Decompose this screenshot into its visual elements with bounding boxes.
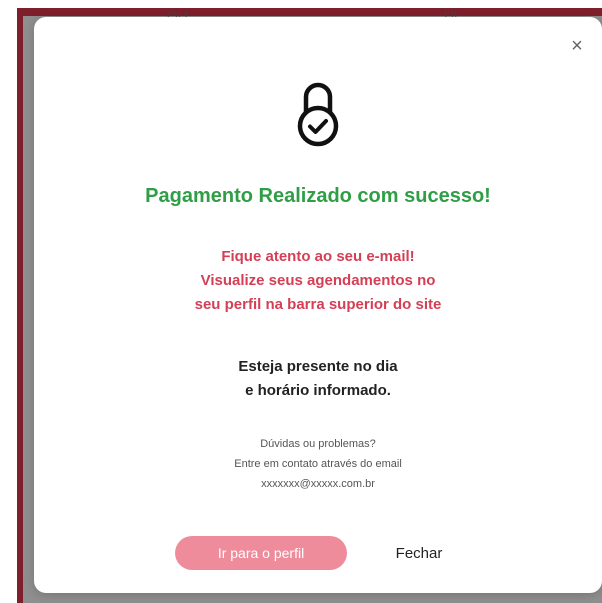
- modal-actions: Ir para o perfil Fechar: [34, 536, 602, 570]
- lock-check-icon: [297, 82, 339, 147]
- close-button[interactable]: Fechar: [379, 536, 459, 570]
- backdrop-left-bar: [17, 8, 23, 603]
- help-line: Entre em contato através do email: [234, 458, 402, 470]
- notice-line: seu perfil na barra superior do site: [194, 296, 442, 313]
- email-notice: Fique atento ao seu e-mail! Visualize se…: [34, 245, 602, 317]
- help-line: Dúvidas ou problemas?: [260, 438, 376, 450]
- backdrop-top-bar: [17, 8, 602, 16]
- success-title: Pagamento Realizado com sucesso!: [145, 185, 491, 207]
- presence-line: Esteja presente no dia: [238, 358, 398, 375]
- payment-success-modal: × Pagamento Realizado com sucesso! Fique…: [34, 17, 602, 593]
- notice-line: Visualize seus agendamentos no: [200, 272, 436, 289]
- presence-line: e horário informado.: [245, 382, 391, 399]
- notice-line: Fique atento ao seu e-mail!: [221, 248, 415, 265]
- go-to-profile-button[interactable]: Ir para o perfil: [175, 536, 347, 570]
- close-icon[interactable]: ×: [566, 35, 588, 57]
- contact-email: xxxxxxx@xxxxx.com.br: [261, 478, 375, 490]
- help-contact: Dúvidas ou problemas? Entre em contato a…: [34, 434, 602, 494]
- presence-reminder: Esteja presente no dia e horário informa…: [34, 355, 602, 403]
